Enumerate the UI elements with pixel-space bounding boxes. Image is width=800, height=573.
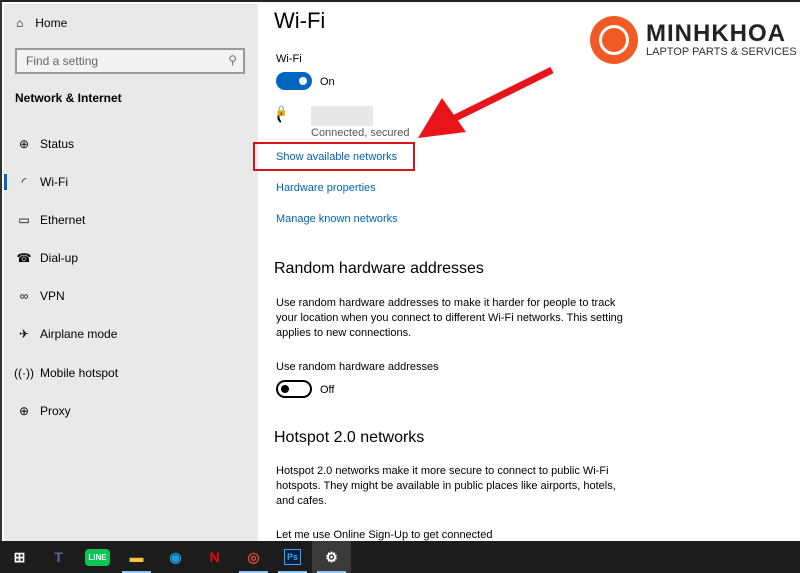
- edge-icon[interactable]: ◉: [156, 541, 195, 573]
- wifi-toggle[interactable]: [276, 72, 312, 90]
- sidebar-item-mobile-hotspot[interactable]: ((·)) Mobile hotspot: [4, 358, 258, 388]
- sidebar: ⌂ Home Find a setting ⚲ Network & Internet…: [4, 4, 258, 543]
- sidebar-item-vpn[interactable]: ∞ VPN: [4, 281, 258, 311]
- chrome-icon[interactable]: ◎: [234, 541, 273, 573]
- settings-icon[interactable]: ⚙: [312, 541, 351, 573]
- sidebar-item-airplane-mode[interactable]: ✈ Airplane mode: [4, 319, 258, 349]
- nav-label: Mobile hotspot: [40, 366, 119, 380]
- file-explorer-icon[interactable]: ▬: [117, 541, 156, 573]
- random-addresses-toggle[interactable]: [276, 380, 312, 398]
- dialup-icon: ☎: [16, 251, 32, 265]
- random-addresses-heading: Random hardware addresses: [274, 260, 484, 277]
- sidebar-item-dialup[interactable]: ☎ Dial-up: [4, 243, 258, 273]
- network-name-redacted: [311, 106, 373, 126]
- line-icon[interactable]: LINE: [78, 541, 117, 573]
- netflix-icon[interactable]: N: [195, 541, 234, 573]
- search-icon: ⚲: [228, 53, 237, 67]
- hotspot-heading: Hotspot 2.0 networks: [274, 429, 425, 446]
- globe-icon: ⊕: [18, 404, 30, 418]
- home-link[interactable]: ⌂ Home: [16, 16, 67, 30]
- wifi-icon: ◜: [21, 175, 27, 189]
- home-label: Home: [35, 16, 68, 30]
- manage-known-networks-link[interactable]: Manage known networks: [276, 213, 398, 225]
- sidebar-item-wifi[interactable]: ◜ Wi-Fi: [4, 167, 258, 197]
- logo-tagline: LAPTOP PARTS & SERVICES: [646, 46, 797, 58]
- nav-label: Status: [40, 137, 75, 151]
- page-title: Wi-Fi: [274, 8, 326, 33]
- section-title: Network & Internet: [15, 91, 122, 105]
- minhkhoa-logo: MINHKHOA LAPTOP PARTS & SERVICES: [590, 16, 797, 64]
- settings-window: ⌂ Home Find a setting ⚲ Network & Internet…: [0, 0, 800, 543]
- taskbar: ⊞ T LINE ▬ ◉ N ◎ Ps ⚙: [0, 541, 800, 573]
- nav-label: Airplane mode: [40, 327, 118, 341]
- network-status: Connected, secured: [311, 127, 410, 139]
- lock-icon: 🔒: [275, 106, 288, 117]
- logo-name: MINHKHOA: [646, 20, 786, 47]
- photoshop-icon[interactable]: Ps: [273, 541, 312, 573]
- hotspot-icon: ((·)): [14, 366, 34, 380]
- home-icon: ⌂: [16, 16, 24, 30]
- nav-label: Wi-Fi: [40, 175, 68, 189]
- hotspot-description: Hotspot 2.0 networks make it more secure…: [276, 465, 616, 507]
- nav-label: VPN: [40, 289, 65, 303]
- wifi-state: On: [320, 76, 335, 88]
- globe-monitor-icon: ⊕: [18, 137, 30, 151]
- search-placeholder: Find a setting: [26, 54, 99, 68]
- search-input[interactable]: Find a setting ⚲: [15, 48, 245, 74]
- sidebar-item-status[interactable]: ⊕ Status: [4, 129, 258, 159]
- red-arrow-annotation: [418, 66, 554, 138]
- teams-icon[interactable]: T: [39, 541, 78, 573]
- vpn-icon: ∞: [19, 289, 29, 303]
- hardware-properties-link[interactable]: Hardware properties: [276, 182, 376, 194]
- nav-label: Proxy: [40, 404, 71, 418]
- highlight-box: [253, 142, 415, 171]
- sidebar-item-proxy[interactable]: ⊕ Proxy: [4, 396, 258, 426]
- nav-label: Ethernet: [40, 213, 86, 227]
- airplane-icon: ✈: [18, 327, 30, 341]
- online-signup-label: Let me use Online Sign-Up to get connect…: [276, 529, 493, 541]
- wifi-label: Wi-Fi: [276, 53, 302, 65]
- nav-label: Dial-up: [40, 251, 79, 265]
- sidebar-item-ethernet[interactable]: ▭ Ethernet: [4, 205, 258, 235]
- random-addresses-description: Use random hardware addresses to make it…: [276, 297, 623, 339]
- random-addresses-state: Off: [320, 384, 335, 396]
- logo-mark: [590, 16, 638, 64]
- windows-start-icon[interactable]: ⊞: [0, 541, 39, 573]
- ethernet-icon: ▭: [18, 213, 30, 227]
- random-addresses-label: Use random hardware addresses: [276, 361, 439, 373]
